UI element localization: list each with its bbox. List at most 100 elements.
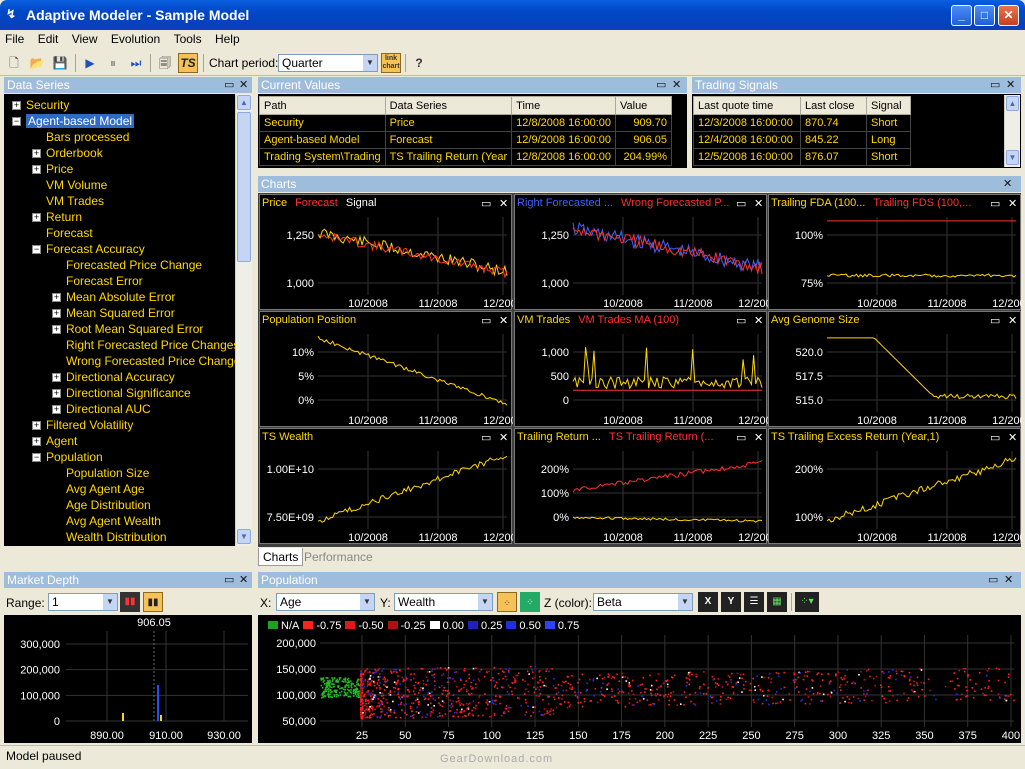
close-icon[interactable]: ✕ [239, 572, 248, 588]
scroll-up-icon[interactable]: ▲ [237, 95, 251, 110]
close-icon[interactable]: ✕ [1008, 431, 1017, 444]
restore-icon[interactable]: ▭ [988, 572, 998, 588]
expand-icon[interactable]: + [32, 421, 41, 430]
column-header[interactable]: Data Series [384, 96, 513, 115]
close-icon[interactable]: ✕ [672, 77, 681, 93]
column-header[interactable]: Path [259, 96, 386, 115]
save-icon[interactable]: 💾 [50, 53, 70, 73]
tree-item[interactable]: Forecast [32, 225, 93, 241]
tree-item[interactable]: Bars processed [32, 129, 129, 145]
column-header[interactable]: Last close [800, 96, 867, 115]
close-icon[interactable]: ✕ [1006, 77, 1015, 93]
maximize-button[interactable]: □ [974, 5, 995, 26]
tree-item[interactable]: Age Distribution [52, 497, 151, 513]
tree-item[interactable]: + Return [32, 209, 82, 225]
tree-item[interactable]: Forecast Error [52, 273, 143, 289]
new-icon[interactable]: 🗋 [4, 53, 24, 73]
signals-scrollbar[interactable]: ▲ ▼ [1004, 95, 1020, 167]
expand-icon[interactable]: + [32, 213, 41, 222]
chart-pane[interactable]: 1,000500010/200811/200812/2008VM TradesV… [514, 311, 768, 427]
y-axis-select[interactable]: Wealth ▼ [394, 593, 493, 611]
scroll-down-icon[interactable]: ▼ [1006, 150, 1019, 165]
step-icon[interactable]: ⏭ [126, 53, 146, 73]
chart-pane[interactable]: 100% 75% 10/2008 11/2008 12/2008 Trailing FDA… [768, 194, 1022, 310]
tree-item[interactable]: + Directional Significance [52, 385, 191, 401]
chart-pane[interactable]: 1,250 1,000 10/2008 11/2008 12/2008 Right For… [514, 194, 768, 310]
close-icon[interactable]: ✕ [1008, 197, 1017, 210]
maximize-icon[interactable]: ▭ [736, 197, 746, 210]
table-row[interactable]: 12/3/2008 16:00:00 870.74 Short [693, 114, 911, 132]
tab-charts[interactable]: Charts [258, 548, 304, 566]
minimize-button[interactable]: _ [951, 5, 972, 26]
chart-period-select[interactable]: Quarter ▼ [278, 54, 378, 72]
menu-tools[interactable]: Tools [169, 30, 207, 48]
maximize-icon[interactable]: ▭ [481, 431, 491, 444]
maximize-icon[interactable]: ▭ [481, 197, 491, 210]
chart-pane[interactable]: 10% 5% 0% 10/2008 11/2008 12/2008 Population P… [259, 311, 513, 427]
close-icon[interactable]: ✕ [754, 197, 763, 210]
column-header[interactable]: Value [614, 96, 672, 115]
ts-button[interactable]: TS [178, 53, 198, 73]
table-row[interactable]: Security Price 12/8/2008 16:00:00 909.70 [259, 114, 672, 132]
restore-icon[interactable]: ▭ [656, 77, 666, 93]
y-scale-icon[interactable]: Y [721, 592, 741, 612]
tree-item[interactable]: Avg Agent Wealth [52, 513, 161, 529]
tree-item[interactable]: Wealth Distribution [52, 529, 167, 545]
scroll-down-icon[interactable]: ▼ [237, 529, 251, 544]
table-row[interactable]: Trading System\Trading TS Trailing Return… [259, 148, 672, 166]
column-header[interactable]: Signal [866, 96, 911, 115]
table-row[interactable]: Agent-based Model Forecast 12/9/2008 16:00… [259, 131, 672, 149]
chart-pane[interactable]: 200% 100% 10/2008 11/2008 12/2008 TS Trailing… [768, 428, 1022, 544]
close-icon[interactable]: ✕ [239, 77, 248, 93]
link-chart-button[interactable]: link chart [381, 53, 401, 73]
tree-scrollbar[interactable]: ▲ ▼ [235, 94, 252, 546]
tree-item[interactable]: + Price [32, 161, 73, 177]
column-header[interactable]: Time [511, 96, 616, 115]
maximize-icon[interactable]: ▭ [736, 314, 746, 327]
tab-performance[interactable]: Performance [300, 548, 377, 566]
range-select[interactable]: 1 ▼ [48, 593, 118, 611]
tree-item[interactable]: Population Size [52, 465, 149, 481]
restore-icon[interactable]: ▭ [990, 77, 1000, 93]
tree-item[interactable]: + Directional AUC [52, 401, 151, 417]
view-options-icon[interactable]: ⁘▾ [795, 592, 819, 612]
expand-icon[interactable]: + [52, 389, 61, 398]
close-icon[interactable]: ✕ [754, 431, 763, 444]
collapse-icon[interactable]: − [32, 245, 41, 254]
maximize-icon[interactable]: ▭ [990, 431, 1000, 444]
expand-icon[interactable]: + [32, 165, 41, 174]
collapse-icon[interactable]: − [12, 117, 21, 126]
expand-icon[interactable]: + [52, 293, 61, 302]
bar-chart-icon[interactable]: ▮▮ [120, 592, 140, 612]
x-axis-select[interactable]: Age ▼ [276, 593, 375, 611]
close-icon[interactable]: ✕ [1008, 314, 1017, 327]
tree-item[interactable]: Forecasted Price Change [52, 257, 202, 273]
tree-item[interactable]: − Forecast Accuracy [32, 241, 145, 257]
expand-icon[interactable]: + [52, 309, 61, 318]
maximize-icon[interactable]: ▭ [736, 431, 746, 444]
chart-pane[interactable]: 200% 100% 0% 10/2008 11/2008 12/2008 Trailing … [514, 428, 768, 544]
tree-item[interactable]: Avg Agent Age [52, 481, 145, 497]
chart-pane[interactable]: 1,250 1,000 10/2008 11/2008 12/2008 Price Fore… [259, 194, 513, 310]
tree-item[interactable]: + Root Mean Squared Error [52, 321, 203, 337]
scroll-up-icon[interactable]: ▲ [1006, 96, 1019, 111]
tree-item[interactable]: VM Trades [32, 193, 104, 209]
maximize-icon[interactable]: ▭ [990, 197, 1000, 210]
tree-item[interactable]: + Security [12, 97, 69, 113]
maximize-icon[interactable]: ▭ [990, 314, 1000, 327]
help-icon[interactable]: ? [409, 53, 429, 73]
close-icon[interactable]: ✕ [1004, 572, 1013, 588]
expand-icon[interactable]: + [32, 149, 41, 158]
tree-item[interactable]: Right Forecasted Price Changes [52, 337, 239, 353]
table-row[interactable]: 12/4/2008 16:00:00 845.22 Long [693, 131, 911, 149]
menu-help[interactable]: Help [210, 30, 245, 48]
tree-item[interactable]: − Agent-based Model [12, 113, 135, 129]
close-button[interactable]: ✕ [998, 5, 1019, 26]
open-icon[interactable]: 📂 [27, 53, 47, 73]
column-header[interactable]: Last quote time [693, 96, 801, 115]
tree-item[interactable]: + Filtered Volatility [32, 417, 133, 433]
scatter-icon[interactable]: ⁘ [497, 592, 517, 612]
chart-pane[interactable]: 1.00E+10 7.50E+09 10/2008 11/2008 12/2008 TS … [259, 428, 513, 544]
restore-icon[interactable]: ▭ [224, 77, 234, 93]
menu-file[interactable]: File [0, 30, 29, 48]
